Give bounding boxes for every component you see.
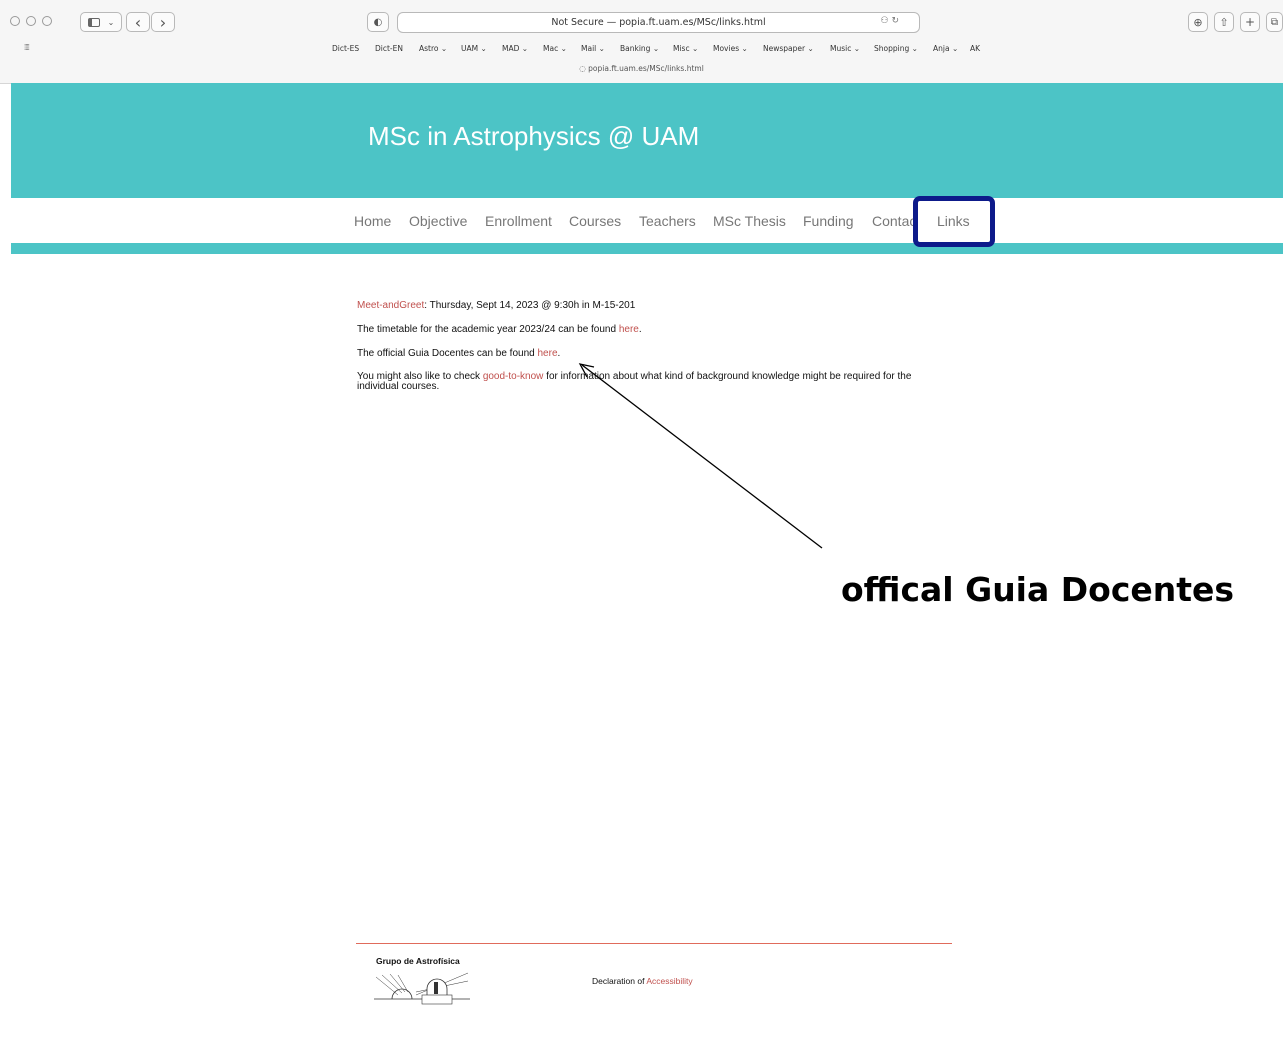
footer-divider: [356, 943, 952, 944]
accessibility-declaration: Declaration of Accessibility: [592, 976, 693, 986]
annotation-arrow: [578, 363, 823, 549]
logo-text: Grupo de Astrofísica: [376, 956, 460, 966]
accessibility-link[interactable]: Accessibility: [646, 976, 692, 986]
annotation-label: offical Guia Docentes: [841, 570, 1235, 609]
